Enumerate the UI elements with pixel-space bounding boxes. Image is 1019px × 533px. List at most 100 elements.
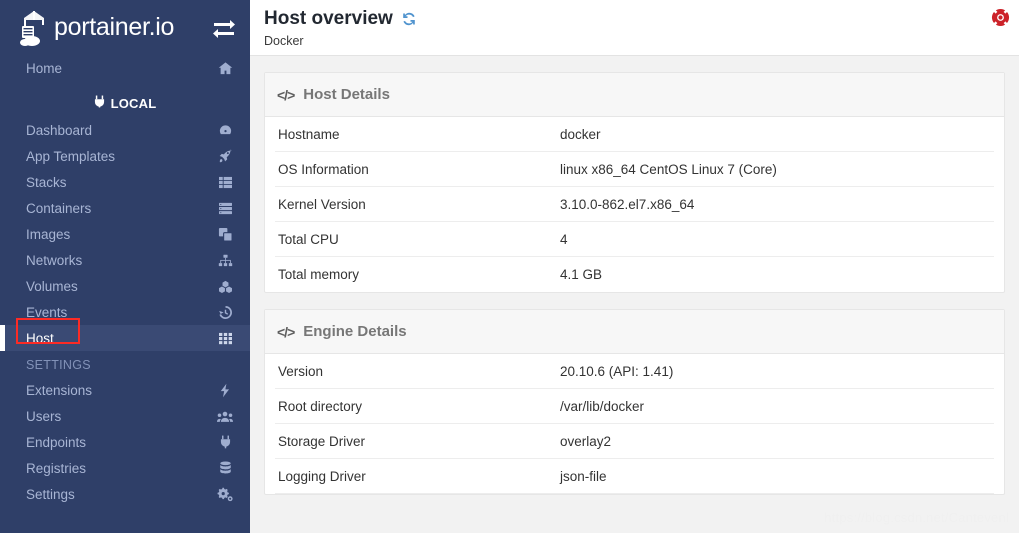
page-header: Host overview Docker — [250, 0, 1019, 56]
page-subtitle: Docker — [264, 33, 304, 48]
sidebar-item-users[interactable]: Users — [0, 403, 250, 429]
watermark: https://blog.csdn.net/Cantevenl — [824, 510, 1009, 525]
sidebar-item-home[interactable]: Home — [0, 55, 250, 81]
sidebar-item-host[interactable]: Host — [0, 325, 250, 351]
row-key: Version — [278, 363, 324, 379]
sidebar-item-label: App Templates — [26, 148, 116, 164]
row-key: OS Information — [278, 161, 369, 177]
sidebar-item-label: Events — [26, 304, 68, 320]
host-details-rows: Hostname docker OS Information linux x86… — [265, 117, 1004, 292]
bolt-icon — [216, 382, 234, 398]
host-details-panel-title: Host Details — [303, 86, 390, 103]
plug-icon — [216, 434, 234, 450]
code-icon: </> — [277, 323, 295, 340]
users-icon — [216, 408, 234, 424]
row-value: json-file — [560, 468, 607, 484]
database-icon — [216, 460, 234, 476]
table-row: Total memory 4.1 GB — [275, 257, 994, 292]
engine-details-rows: Version 20.10.6 (API: 1.41) Root directo… — [265, 354, 1004, 494]
sidebar-item-label: Host — [26, 330, 54, 346]
sidebar-item-label: Users — [26, 408, 62, 424]
sidebar-item-networks[interactable]: Networks — [0, 247, 250, 273]
table-row: Total CPU 4 — [275, 222, 994, 257]
sidebar-item-label: Containers — [26, 200, 92, 216]
host-details-panel-header: </> Host Details — [265, 73, 1004, 117]
brand-name: portainer.io — [54, 13, 175, 41]
row-value: 4 — [560, 231, 568, 247]
main-content: Host overview Docker </> Host Details Ho… — [250, 0, 1019, 533]
sidebar-item-dashboard[interactable]: Dashboard — [0, 117, 250, 143]
row-value: 3.10.0-862.el7.x86_64 — [560, 196, 695, 212]
sidebar-item-stacks[interactable]: Stacks — [0, 169, 250, 195]
sidebar-item-images[interactable]: Images — [0, 221, 250, 247]
sidebar-item-label: Settings — [26, 486, 75, 502]
row-value: overlay2 — [560, 433, 612, 449]
table-row: Hostname docker — [275, 117, 994, 152]
sidebar: portainer.io Home LOCAL Dashboard App Te… — [0, 0, 250, 533]
row-value: /var/lib/docker — [560, 398, 645, 414]
sidebar-item-registries[interactable]: Registries — [0, 455, 250, 481]
brand-header: portainer.io — [0, 0, 250, 55]
life-ring-icon[interactable] — [991, 8, 1010, 27]
cubes-icon — [216, 278, 234, 294]
exchange-arrows-icon[interactable] — [212, 18, 236, 38]
table-row: Kernel Version 3.10.0-862.el7.x86_64 — [275, 187, 994, 222]
row-value: docker — [560, 126, 601, 142]
table-row: Logging Driver json-file — [275, 459, 994, 494]
table-row: Storage Driver overlay2 — [275, 424, 994, 459]
row-key: Root directory — [278, 398, 363, 414]
sidebar-local-header: LOCAL — [0, 89, 250, 117]
engine-details-panel-title: Engine Details — [303, 323, 407, 340]
sidebar-item-label: Dashboard — [26, 122, 93, 138]
table-row: OS Information linux x86_64 CentOS Linux… — [275, 152, 994, 187]
sidebar-item-volumes[interactable]: Volumes — [0, 273, 250, 299]
history-icon — [216, 304, 234, 320]
tachometer-icon — [216, 122, 234, 138]
row-key: Hostname — [278, 126, 340, 142]
table-row: Version 20.10.6 (API: 1.41) — [275, 354, 994, 389]
refresh-icon[interactable] — [401, 11, 417, 27]
row-key: Kernel Version — [278, 196, 366, 212]
sidebar-item-endpoints[interactable]: Endpoints — [0, 429, 250, 455]
row-key: Total CPU — [278, 231, 339, 247]
sidebar-item-settings[interactable]: Settings — [0, 481, 250, 507]
sidebar-item-app-templates[interactable]: App Templates — [0, 143, 250, 169]
sidebar-item-events[interactable]: Events — [0, 299, 250, 325]
clone-icon — [216, 226, 234, 242]
sidebar-item-label: Images — [26, 226, 71, 242]
sidebar-item-containers[interactable]: Containers — [0, 195, 250, 221]
th-grid-icon — [216, 330, 234, 346]
gears-icon — [216, 486, 234, 502]
home-icon — [216, 60, 234, 76]
plug-icon — [94, 95, 105, 111]
row-value: 4.1 GB — [560, 267, 603, 282]
row-key: Total memory — [278, 267, 360, 282]
row-key: Storage Driver — [278, 433, 366, 449]
host-details-panel: </> Host Details Hostname docker OS Info… — [264, 72, 1005, 293]
page-title: Host overview — [264, 8, 1019, 30]
engine-details-panel: </> Engine Details Version 20.10.6 (API:… — [264, 309, 1005, 495]
engine-details-panel-header: </> Engine Details — [265, 310, 1004, 354]
sidebar-item-label: Home — [26, 60, 63, 76]
portainer-app-window: portainer.io Home LOCAL Dashboard App Te… — [0, 0, 1019, 533]
content-area: </> Host Details Hostname docker OS Info… — [250, 56, 1019, 495]
sidebar-item-label: Extensions — [26, 382, 93, 398]
row-value: linux x86_64 CentOS Linux 7 (Core) — [560, 161, 777, 177]
rocket-icon — [216, 148, 234, 164]
code-icon: </> — [277, 86, 295, 103]
sidebar-item-label: Volumes — [26, 278, 78, 294]
sidebar-settings-title: SETTINGS — [26, 358, 91, 372]
table-row: Root directory /var/lib/docker — [275, 389, 994, 424]
sidebar-item-label: Endpoints — [26, 434, 87, 450]
page-title-text: Host overview — [264, 8, 393, 29]
sidebar-item-extensions[interactable]: Extensions — [0, 377, 250, 403]
server-icon — [216, 200, 234, 216]
sidebar-local-label: LOCAL — [110, 95, 157, 111]
row-value: 20.10.6 (API: 1.41) — [560, 363, 674, 379]
portainer-logo-icon — [18, 9, 52, 47]
sidebar-item-label: Networks — [26, 252, 83, 268]
sidebar-item-label: Registries — [26, 460, 87, 476]
sidebar-item-label: Stacks — [26, 174, 67, 190]
sitemap-icon — [216, 252, 234, 268]
